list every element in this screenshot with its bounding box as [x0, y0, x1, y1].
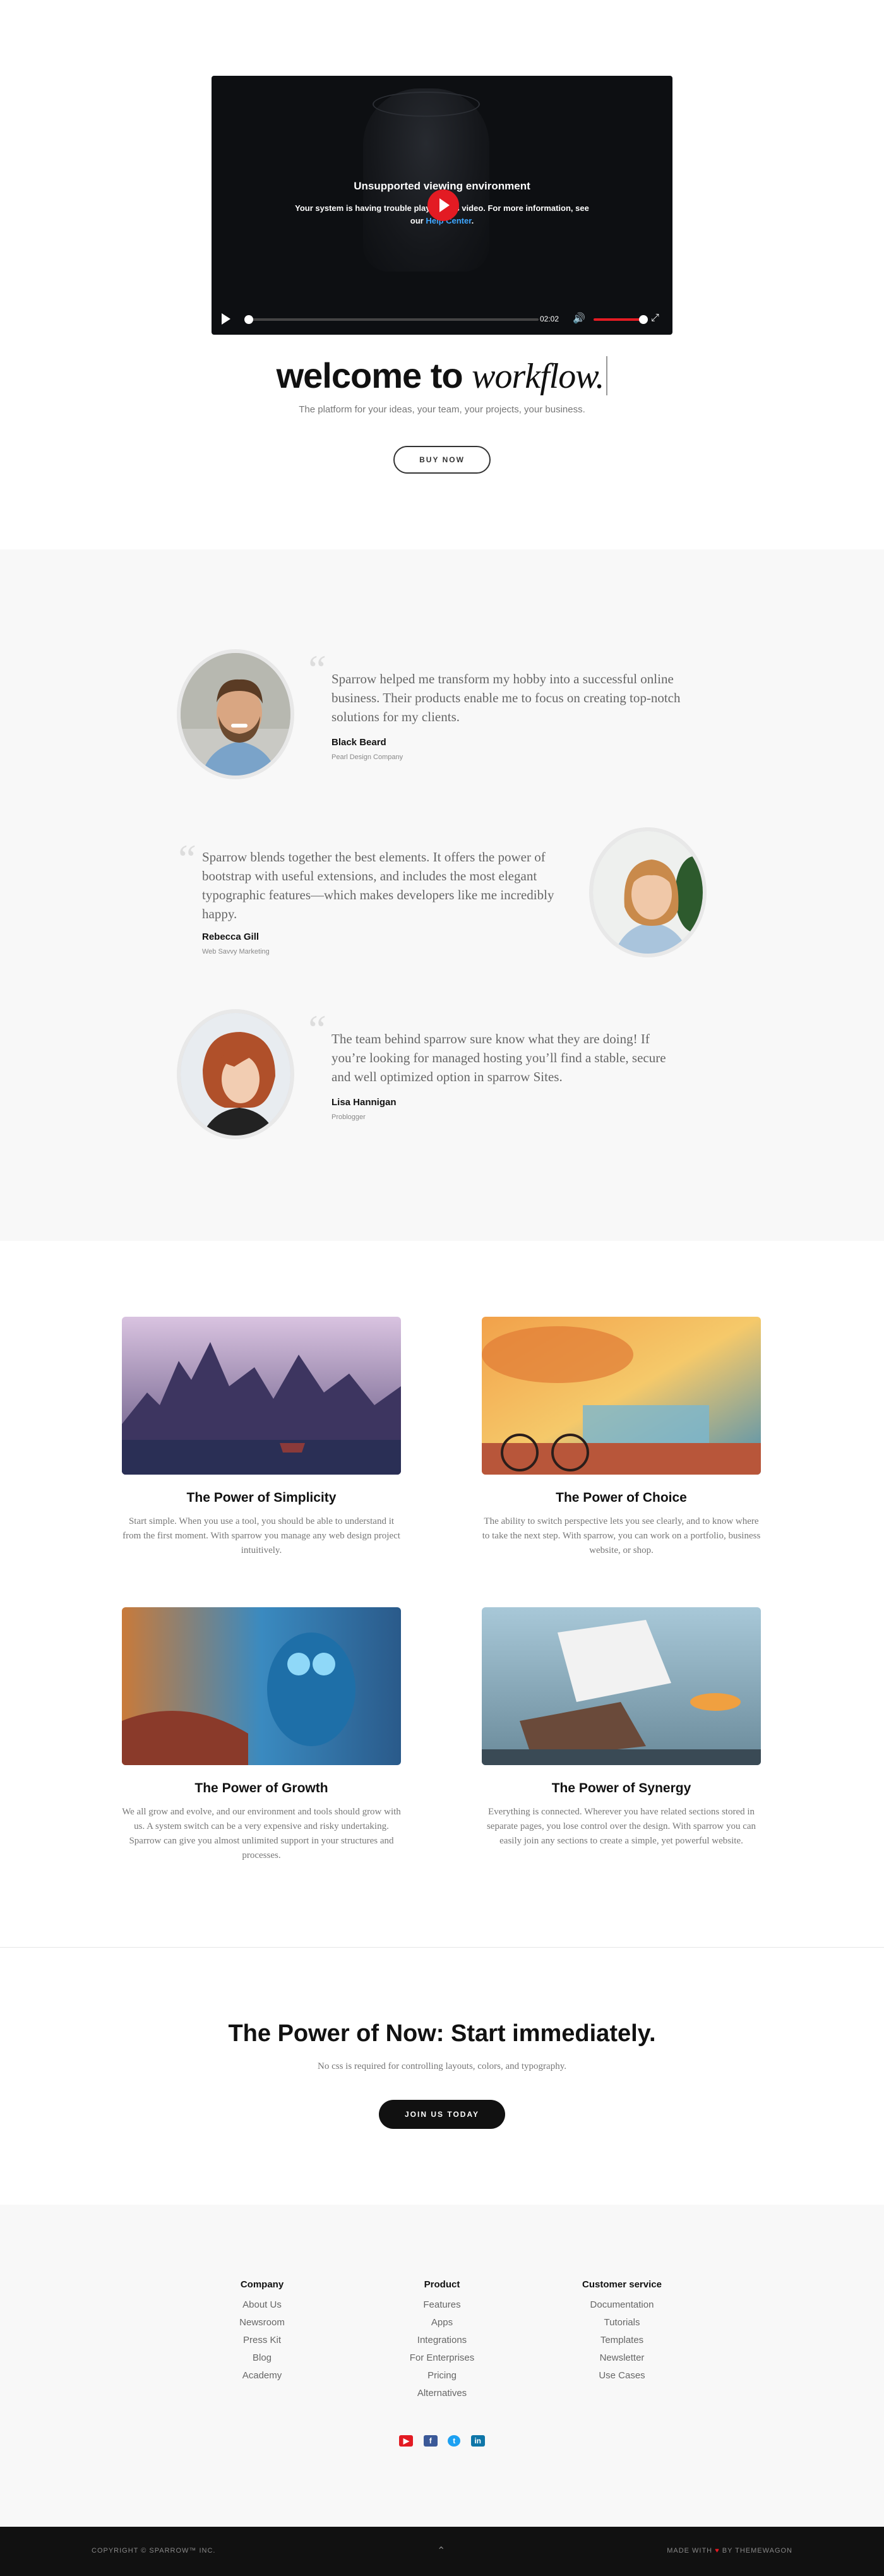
progress-knob[interactable] — [244, 315, 253, 324]
typing-caret — [606, 356, 608, 395]
features-section: The Power of Simplicity Start simple. Wh… — [0, 1241, 884, 1947]
footer-column-customer-service: Customer service Documentation Tutorials… — [546, 2279, 698, 2385]
made-prefix: MADE WITH — [667, 2547, 713, 2555]
made-with: MADE WITH ♥ BY THEMEWAGON — [667, 2547, 792, 2555]
testimonial-quote: Sparrow helped me transform my hobby int… — [332, 671, 681, 724]
fullscreen-icon[interactable]: ⤢ — [651, 313, 659, 323]
feature-title: The Power of Growth — [194, 1781, 328, 1795]
avatar-black-beard — [177, 649, 294, 779]
themewagon-link[interactable]: BY THEMEWAGON — [722, 2547, 792, 2555]
footer-link[interactable]: Blog — [186, 2349, 338, 2367]
footer-heading: Customer service — [582, 2279, 662, 2290]
hero-section: Unsupported viewing environment Your sys… — [0, 0, 884, 549]
footer-link[interactable]: For Enterprises — [366, 2349, 518, 2367]
social-links: ▶ f t in — [0, 2435, 884, 2447]
footer-heading: Product — [424, 2279, 460, 2290]
testimonial-name: Black Beard — [332, 737, 386, 748]
testimonial-quote: Sparrow blends together the best element… — [202, 849, 554, 921]
hero-title-italic: workflow. — [472, 357, 604, 396]
video-thumbnail-rim — [373, 92, 480, 117]
hero-title-bold: welcome to — [276, 356, 463, 395]
feature-image-simplicity — [122, 1317, 401, 1475]
feature-title: The Power of Choice — [556, 1490, 687, 1505]
quote-mark-icon: “ — [174, 836, 197, 881]
footer: Company About Us Newsroom Press Kit Blog… — [0, 2205, 884, 2527]
footer-column-company: Company About Us Newsroom Press Kit Blog… — [186, 2279, 338, 2385]
buy-now-button[interactable]: BUY NOW — [393, 446, 491, 474]
footer-link[interactable]: Integrations — [366, 2332, 518, 2349]
twitter-icon[interactable]: t — [448, 2435, 461, 2447]
video-controls: 02:02 🔊 ⤢ — [212, 304, 672, 335]
footer-link[interactable]: Academy — [186, 2367, 338, 2385]
footer-link[interactable]: Use Cases — [546, 2367, 698, 2385]
testimonial-company: Web Savvy Marketing — [202, 948, 270, 956]
testimonial-quote: The team behind sparrow sure know what t… — [332, 1031, 666, 1084]
testimonial-company: Pearl Design Company — [332, 753, 403, 761]
bottom-bar: COPYRIGHT © SPARROW™ INC. ⌃ MADE WITH ♥ … — [0, 2527, 884, 2576]
feature-title: The Power of Simplicity — [186, 1490, 337, 1505]
volume-knob[interactable] — [639, 315, 648, 324]
testimonial-name: Rebecca Gill — [202, 932, 260, 942]
feature-image-choice — [482, 1317, 761, 1475]
volume-icon[interactable]: 🔊 — [573, 314, 585, 324]
footer-heading: Company — [240, 2279, 284, 2290]
copyright: COPYRIGHT © SPARROW™ INC. — [92, 2547, 216, 2555]
feature-image-synergy — [482, 1607, 761, 1765]
quote-mark-icon: “ — [304, 647, 327, 692]
join-us-button[interactable]: JOIN US TODAY — [379, 2100, 505, 2129]
feature-text: We all grow and evolve, and our environm… — [122, 1807, 401, 1860]
facebook-icon[interactable]: f — [423, 2435, 438, 2447]
cta-title: The Power of Now: Start immediately. — [228, 2020, 656, 2047]
back-to-top-icon[interactable]: ⌃ — [437, 2544, 445, 2557]
feature-text: The ability to switch perspective lets y… — [482, 1516, 761, 1555]
cta-section: The Power of Now: Start immediately. No … — [0, 1947, 884, 2205]
play-button-large[interactable] — [427, 189, 459, 221]
footer-link[interactable]: About Us — [186, 2296, 338, 2314]
footer-link[interactable]: Templates — [546, 2332, 698, 2349]
feature-image-growth — [122, 1607, 401, 1765]
hero-title: welcome to workflow. — [0, 350, 884, 402]
testimonial-name: Lisa Hannigan — [332, 1097, 397, 1108]
feature-text: Everything is connected. Wherever you ha… — [486, 1807, 756, 1846]
testimonials-section: “ Sparrow helped me transform my hobby i… — [0, 549, 884, 1241]
video-error-line-2-prefix: our — [410, 216, 424, 225]
feature-text: Start simple. When you use a tool, you s… — [122, 1516, 400, 1555]
feature-title: The Power of Synergy — [551, 1781, 691, 1795]
quote-mark-icon: “ — [304, 1007, 327, 1051]
avatar-rebecca-gill — [589, 827, 707, 957]
video-progress-bar[interactable] — [244, 315, 539, 324]
testimonial-company: Problogger — [332, 1113, 366, 1121]
footer-link[interactable]: Tutorials — [546, 2314, 698, 2332]
footer-link[interactable]: Features — [366, 2296, 518, 2314]
footer-link[interactable]: Documentation — [546, 2296, 698, 2314]
avatar-lisa-hannigan — [177, 1009, 294, 1139]
volume-slider[interactable] — [594, 315, 648, 324]
footer-column-product: Product Features Apps Integrations For E… — [366, 2279, 518, 2402]
video-time: 02:02 — [540, 315, 559, 323]
footer-link[interactable]: Newsroom — [186, 2314, 338, 2332]
youtube-icon[interactable]: ▶ — [399, 2435, 414, 2447]
period: . — [471, 216, 474, 225]
footer-link[interactable]: Newsletter — [546, 2349, 698, 2367]
cta-subtitle: No css is required for controlling layou… — [318, 2061, 566, 2071]
video-player[interactable]: Unsupported viewing environment Your sys… — [212, 76, 672, 335]
footer-link[interactable]: Press Kit — [186, 2332, 338, 2349]
heart-icon: ♥ — [715, 2547, 720, 2555]
play-icon[interactable] — [222, 313, 230, 325]
footer-link[interactable]: Alternatives — [366, 2385, 518, 2402]
footer-link[interactable]: Pricing — [366, 2367, 518, 2385]
linkedin-icon[interactable]: in — [470, 2435, 485, 2447]
hero-subtitle: The platform for your ideas, your team, … — [299, 404, 585, 415]
footer-link[interactable]: Apps — [366, 2314, 518, 2332]
